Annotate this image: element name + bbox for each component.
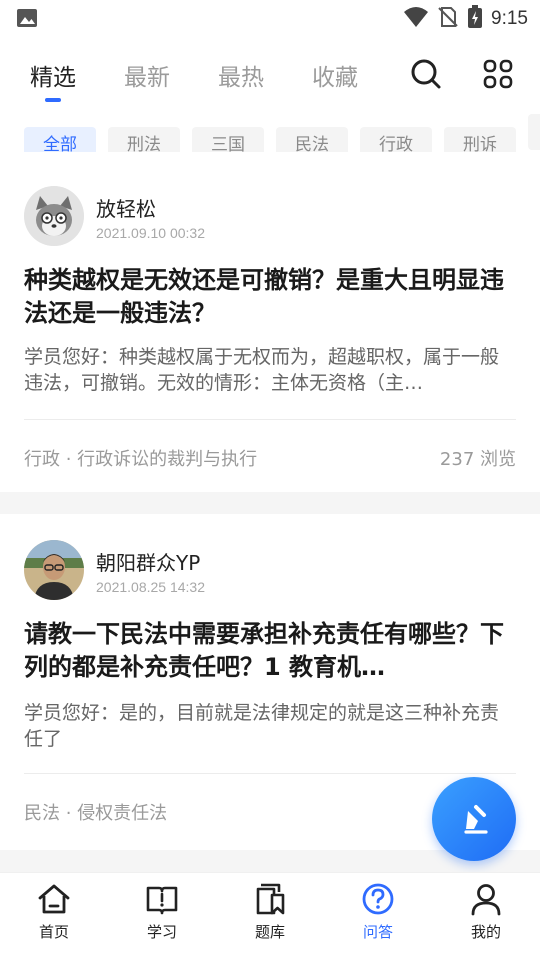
nav-question-bank[interactable]: 题库 xyxy=(216,881,324,942)
ask-question-button[interactable] xyxy=(432,777,516,861)
status-bar: 9:15 xyxy=(0,0,540,36)
view-count: 237 浏览 xyxy=(439,449,516,470)
book-icon xyxy=(146,886,178,915)
nav-qa[interactable]: 问答 xyxy=(324,881,432,942)
no-sim-icon xyxy=(437,6,459,32)
nav-label: 学习 xyxy=(146,923,177,941)
post-date: 2021.08.25 14:32 xyxy=(96,579,205,595)
home-icon xyxy=(38,884,70,914)
nav-label: 我的 xyxy=(470,923,501,941)
wifi-icon xyxy=(403,6,429,32)
profile-icon xyxy=(471,884,501,916)
nav-label: 题库 xyxy=(254,923,285,941)
post-date: 2021.09.10 00:32 xyxy=(96,225,205,241)
chip-more[interactable] xyxy=(528,114,540,150)
tab-label: 精选 xyxy=(30,65,76,91)
tab-featured[interactable]: 精选 xyxy=(30,58,76,102)
active-tab-indicator xyxy=(45,98,61,102)
author-name[interactable]: 放轻松 xyxy=(96,193,156,222)
post-tags: 民法 · 侵权责任法 xyxy=(24,803,168,824)
category-chips: 全部 刑法 三国 民法 行政 刑诉 xyxy=(24,114,540,152)
answer-excerpt[interactable]: 学员您好：是的，目前就是法律规定的就是这三种补充责任了 xyxy=(24,700,516,752)
tab-favorites[interactable]: 收藏 xyxy=(312,58,358,92)
nav-profile[interactable]: 我的 xyxy=(432,881,540,942)
post-tags: 行政 · 行政诉讼的裁判与执行 xyxy=(24,449,258,470)
nav-label: 问答 xyxy=(362,923,393,941)
grid-icon[interactable] xyxy=(482,58,514,90)
battery-charging-icon xyxy=(467,5,483,33)
screen: 9:15 精选 最新 最热 收藏 全部 刑法 三国 民法 行政 刑诉 放轻松 2… xyxy=(0,0,540,960)
avatar[interactable] xyxy=(24,540,84,600)
status-time: 9:15 xyxy=(491,8,528,29)
chip-criminal-law[interactable]: 刑法 xyxy=(108,127,180,152)
chip-three-countries[interactable]: 三国 xyxy=(192,127,264,152)
tab-label: 最新 xyxy=(124,65,170,91)
author-name[interactable]: 朝阳群众YP xyxy=(96,547,200,576)
chip-administrative[interactable]: 行政 xyxy=(360,127,432,152)
pen-icon xyxy=(464,805,488,834)
nav-home[interactable]: 首页 xyxy=(0,881,108,942)
divider xyxy=(24,773,516,774)
chip-criminal-procedure[interactable]: 刑诉 xyxy=(444,127,516,152)
post-card[interactable]: 放轻松 2021.09.10 00:32 种类越权是无效还是可撤销？是重大且明显… xyxy=(0,170,540,492)
card-separator xyxy=(0,492,540,514)
bottom-nav: 首页 学习 题库 问答 我的 xyxy=(0,872,540,960)
chip-civil-law[interactable]: 民法 xyxy=(276,127,348,152)
divider xyxy=(24,419,516,420)
gallery-icon xyxy=(16,8,38,32)
tab-label: 最热 xyxy=(218,65,264,91)
tab-hottest[interactable]: 最热 xyxy=(218,58,264,92)
nav-study[interactable]: 学习 xyxy=(108,881,216,942)
avatar[interactable] xyxy=(24,186,84,246)
status-right: 9:15 xyxy=(403,5,528,33)
top-tabs: 精选 最新 最热 收藏 xyxy=(0,50,540,102)
tab-latest[interactable]: 最新 xyxy=(124,58,170,92)
nav-label: 首页 xyxy=(38,923,69,941)
search-icon[interactable] xyxy=(410,58,442,90)
question-title[interactable]: 种类越权是无效还是可撤销？是重大且明显违法还是一般违法？ xyxy=(24,264,516,330)
qa-icon xyxy=(362,883,394,915)
answer-excerpt[interactable]: 学员您好：种类越权属于无权而为，超越职权，属于一般违法，可撤销。无效的情形：主体… xyxy=(24,344,516,396)
tab-label: 收藏 xyxy=(312,65,358,91)
question-bank-icon xyxy=(256,883,285,915)
question-title[interactable]: 请教一下民法中需要承担补充责任有哪些？下列的都是补充责任吧？1 教育机… xyxy=(24,618,516,684)
chip-all[interactable]: 全部 xyxy=(24,127,96,152)
